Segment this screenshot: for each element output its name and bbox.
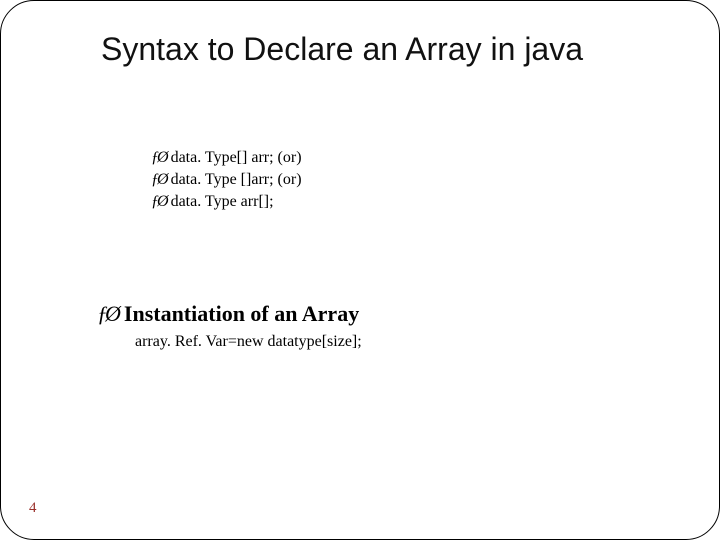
list-item: ƒØ data. Type arr[]; <box>151 193 302 211</box>
list-item: ƒØ data. Type []arr; (or) <box>151 171 302 189</box>
subheading-body: array. Ref. Var=new datatype[size]; <box>135 333 362 351</box>
bullet-list: ƒØ data. Type[] arr; (or) ƒØ data. Type … <box>151 149 302 215</box>
slide-frame: Syntax to Declare an Array in java ƒØ da… <box>0 0 720 540</box>
bullet-icon: ƒØ <box>97 303 118 325</box>
page-number: 4 <box>29 500 37 517</box>
bullet-text: data. Type[] arr; (or) <box>171 149 302 167</box>
slide-title: Syntax to Declare an Array in java <box>101 31 583 68</box>
bullet-icon: ƒØ <box>151 194 167 210</box>
subheading-row: ƒØ Instantiation of an Array <box>97 301 359 327</box>
bullet-text: data. Type arr[]; <box>171 193 274 211</box>
subheading: Instantiation of an Array <box>124 301 359 327</box>
bullet-text: data. Type []arr; (or) <box>171 171 302 189</box>
list-item: ƒØ data. Type[] arr; (or) <box>151 149 302 167</box>
bullet-icon: ƒØ <box>151 172 167 188</box>
bullet-icon: ƒØ <box>151 150 167 166</box>
